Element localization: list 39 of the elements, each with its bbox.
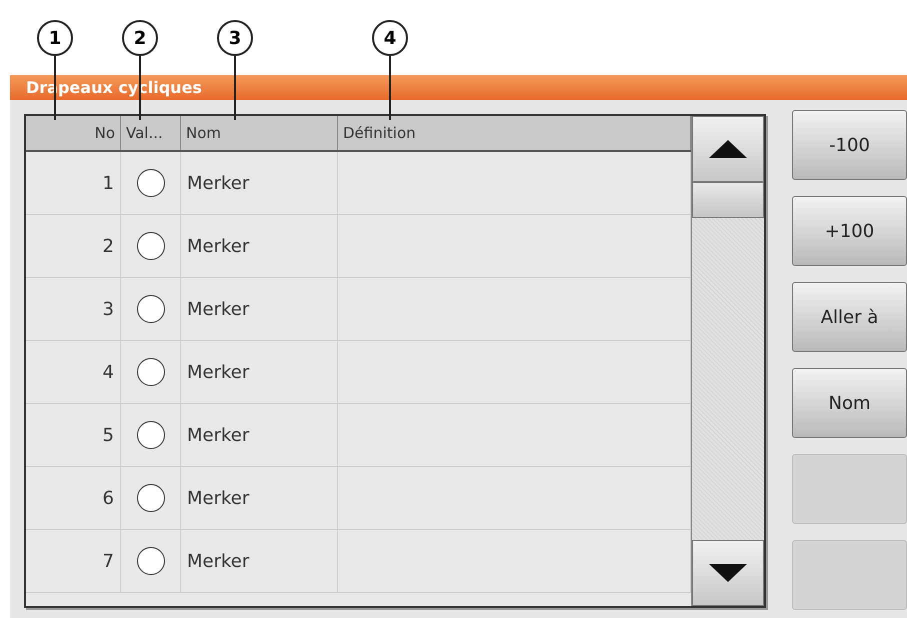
table-row[interactable]: 1 Merker — [26, 152, 691, 215]
action-button[interactable]: Aller à — [792, 282, 907, 352]
table-row[interactable]: 4 Merker — [26, 341, 691, 404]
callout-marker: 3 — [217, 20, 253, 56]
name-cell: Merker — [181, 404, 338, 466]
name-cell: Merker — [181, 215, 338, 277]
name-cell: Merker — [181, 341, 338, 403]
number-cell: 7 — [26, 530, 121, 592]
action-button[interactable]: +100 — [792, 196, 907, 266]
name-cell: Merker — [181, 530, 338, 592]
scroll-thumb[interactable] — [692, 182, 764, 218]
number-cell: 1 — [26, 152, 121, 214]
leader-line — [139, 56, 141, 120]
scrollbar[interactable] — [691, 116, 764, 606]
table-row[interactable]: 6 Merker — [26, 467, 691, 530]
leader-line — [234, 56, 236, 120]
leader-line — [54, 56, 56, 120]
scroll-up-button[interactable] — [692, 116, 764, 182]
table-row[interactable]: 3 Merker — [26, 278, 691, 341]
name-cell: Merker — [181, 467, 338, 529]
number-cell: 5 — [26, 404, 121, 466]
callout-marker: 2 — [122, 20, 158, 56]
up-triangle-icon — [709, 140, 747, 158]
name-cell: Merker — [181, 278, 338, 340]
table-row[interactable]: 5 Merker — [26, 404, 691, 467]
callout-marker: 1 — [37, 20, 73, 56]
leader-line — [389, 56, 391, 120]
name-cell: Merker — [181, 152, 338, 214]
number-cell: 2 — [26, 215, 121, 277]
table-row[interactable]: 2 Merker — [26, 215, 691, 278]
callout-marker: 4 — [372, 20, 408, 56]
number-cell: 4 — [26, 341, 121, 403]
action-button[interactable]: Nom — [792, 368, 907, 438]
number-cell: 3 — [26, 278, 121, 340]
table-row[interactable]: 7 Merker — [26, 530, 691, 593]
down-triangle-icon — [709, 564, 747, 582]
action-button[interactable]: -100 — [792, 110, 907, 180]
number-cell: 6 — [26, 467, 121, 529]
scroll-down-button[interactable] — [692, 540, 764, 606]
